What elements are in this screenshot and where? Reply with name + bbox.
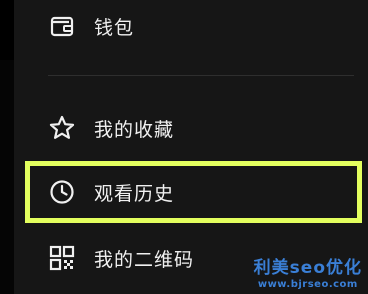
menu-item-wallet[interactable]: 钱包 <box>14 0 368 52</box>
star-icon <box>48 114 76 142</box>
menu-item-favorites[interactable]: 我的收藏 <box>14 102 368 154</box>
menu-divider <box>48 75 354 76</box>
watermark: 利美seo优化 www.bjrseo.com <box>254 260 362 290</box>
background-strip <box>0 0 14 294</box>
side-menu-panel: 钱包 我的收藏 观看历史 我的二维码 <box>14 0 368 294</box>
menu-item-label: 我的二维码 <box>94 248 195 271</box>
menu-item-label: 我的收藏 <box>94 118 175 141</box>
watermark-url: www.bjrseo.com <box>257 279 358 290</box>
qr-code-icon <box>48 244 76 272</box>
highlight-box <box>25 161 362 223</box>
wallet-icon <box>48 12 76 40</box>
watermark-title: 利美seo优化 <box>253 258 362 278</box>
menu-item-label: 钱包 <box>94 16 135 39</box>
background-notch <box>0 0 14 60</box>
